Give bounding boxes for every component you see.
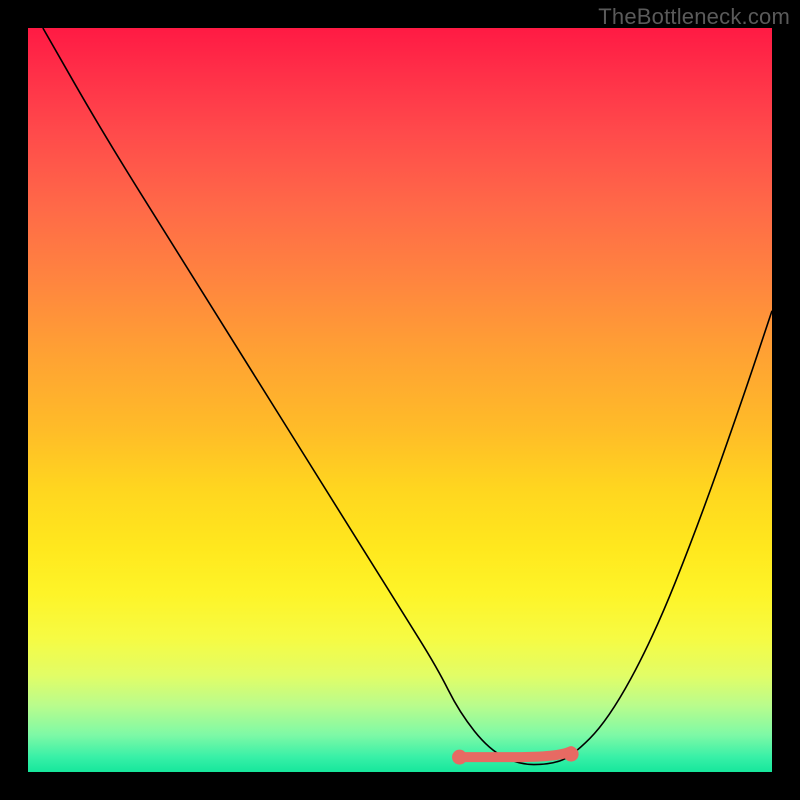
plot-area <box>28 28 772 772</box>
chart-container: TheBottleneck.com <box>0 0 800 800</box>
optimal-range-line <box>460 751 572 757</box>
optimal-end-marker <box>564 747 578 761</box>
bottleneck-curve <box>43 28 772 765</box>
watermark-text: TheBottleneck.com <box>598 4 790 30</box>
chart-svg <box>28 28 772 772</box>
